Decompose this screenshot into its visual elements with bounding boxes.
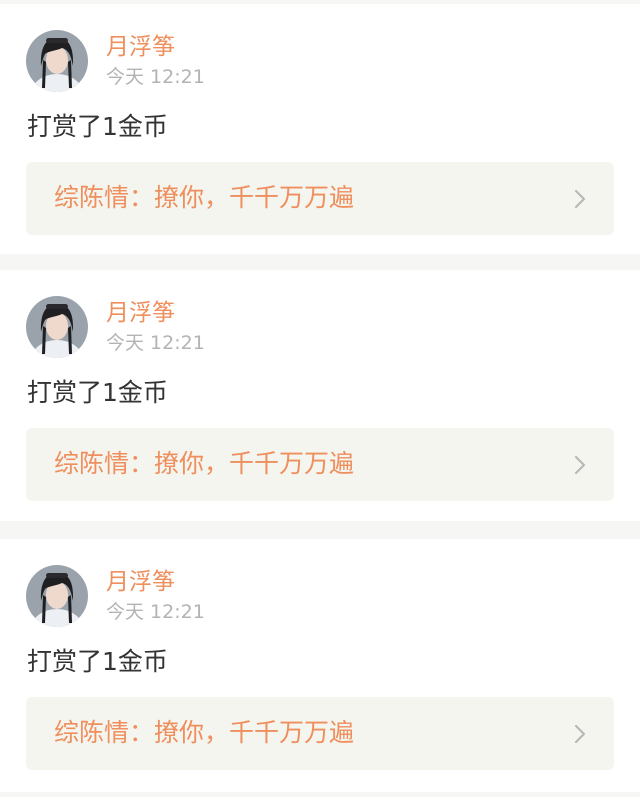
user-avatar[interactable]	[26, 565, 88, 627]
username[interactable]: 月浮筝	[106, 567, 175, 597]
reward-feed: 月浮筝 今天 12:21 打赏了1金币 综陈情：撩你，千千万万遍 月浮筝 今天 …	[0, 0, 640, 797]
book-link-title: 综陈情：撩你，千千万万遍	[54, 449, 355, 478]
chevron-right-icon	[574, 724, 586, 744]
chevron-right-icon	[574, 455, 586, 475]
reward-card: 月浮筝 今天 12:21 打赏了1金币 综陈情：撩你，千千万万遍	[0, 4, 640, 254]
book-link-title: 综陈情：撩你，千千万万遍	[54, 718, 355, 747]
reward-message: 打赏了1金币	[27, 647, 168, 676]
reward-message: 打赏了1金币	[27, 112, 168, 141]
timestamp: 今天 12:21	[106, 66, 205, 88]
chevron-right-icon	[574, 189, 586, 209]
timestamp: 今天 12:21	[106, 601, 205, 623]
book-link-title: 综陈情：撩你，千千万万遍	[54, 183, 355, 212]
reward-card: 月浮筝 今天 12:21 打赏了1金币 综陈情：撩你，千千万万遍	[0, 539, 640, 792]
book-link[interactable]: 综陈情：撩你，千千万万遍	[26, 162, 614, 235]
book-link[interactable]: 综陈情：撩你，千千万万遍	[26, 697, 614, 770]
user-avatar[interactable]	[26, 30, 88, 92]
reward-message: 打赏了1金币	[27, 378, 168, 407]
username[interactable]: 月浮筝	[106, 32, 175, 62]
user-avatar[interactable]	[26, 296, 88, 358]
timestamp: 今天 12:21	[106, 332, 205, 354]
username[interactable]: 月浮筝	[106, 298, 175, 328]
book-link[interactable]: 综陈情：撩你，千千万万遍	[26, 428, 614, 501]
reward-card: 月浮筝 今天 12:21 打赏了1金币 综陈情：撩你，千千万万遍	[0, 270, 640, 521]
